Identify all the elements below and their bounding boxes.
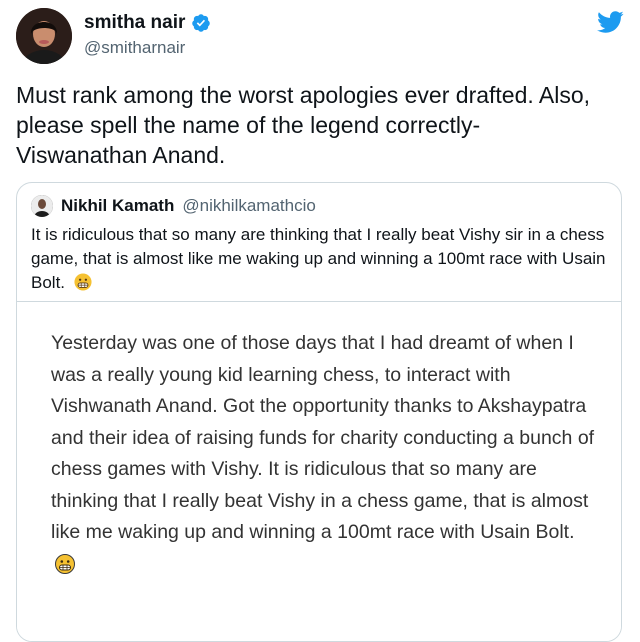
quoted-image-text: Yesterday was one of those days that I h… (51, 332, 595, 543)
quoted-tweet-image[interactable]: Yesterday was one of those days that I h… (17, 301, 621, 641)
quoted-tweet-text: It is ridiculous that so many are thinki… (31, 225, 606, 292)
grimacing-face-icon (55, 553, 75, 574)
author-handle[interactable]: @smitharnair (84, 38, 185, 58)
tweet-text: Must rank among the worst apologies ever… (16, 82, 591, 168)
quoted-image-text-wrapper: Yesterday was one of those days that I h… (51, 328, 601, 580)
author-display-name[interactable]: smitha nair (84, 12, 185, 34)
quoted-avatar-photo-icon (31, 195, 53, 217)
author-name-row: smitha nair (84, 12, 211, 34)
quoted-author-avatar (31, 195, 53, 217)
verified-badge-icon (192, 14, 211, 32)
grimacing-face-icon (74, 273, 92, 291)
quoted-author-name: Nikhil Kamath (61, 196, 175, 215)
author-avatar[interactable] (16, 8, 72, 64)
quoted-tweet[interactable]: Nikhil Kamath @nikhilkamathcio It is rid… (16, 182, 622, 642)
tweet-card: smitha nair @smitharnair Must rank among… (0, 0, 640, 642)
quoted-tweet-header: Nikhil Kamath @nikhilkamathcio (31, 195, 316, 217)
twitter-bird-icon[interactable] (596, 10, 624, 34)
quoted-author-handle: @nikhilkamathcio (182, 196, 316, 215)
quoted-tweet-text-wrapper: It is ridiculous that so many are thinki… (31, 223, 606, 295)
avatar-photo-icon (16, 8, 72, 64)
